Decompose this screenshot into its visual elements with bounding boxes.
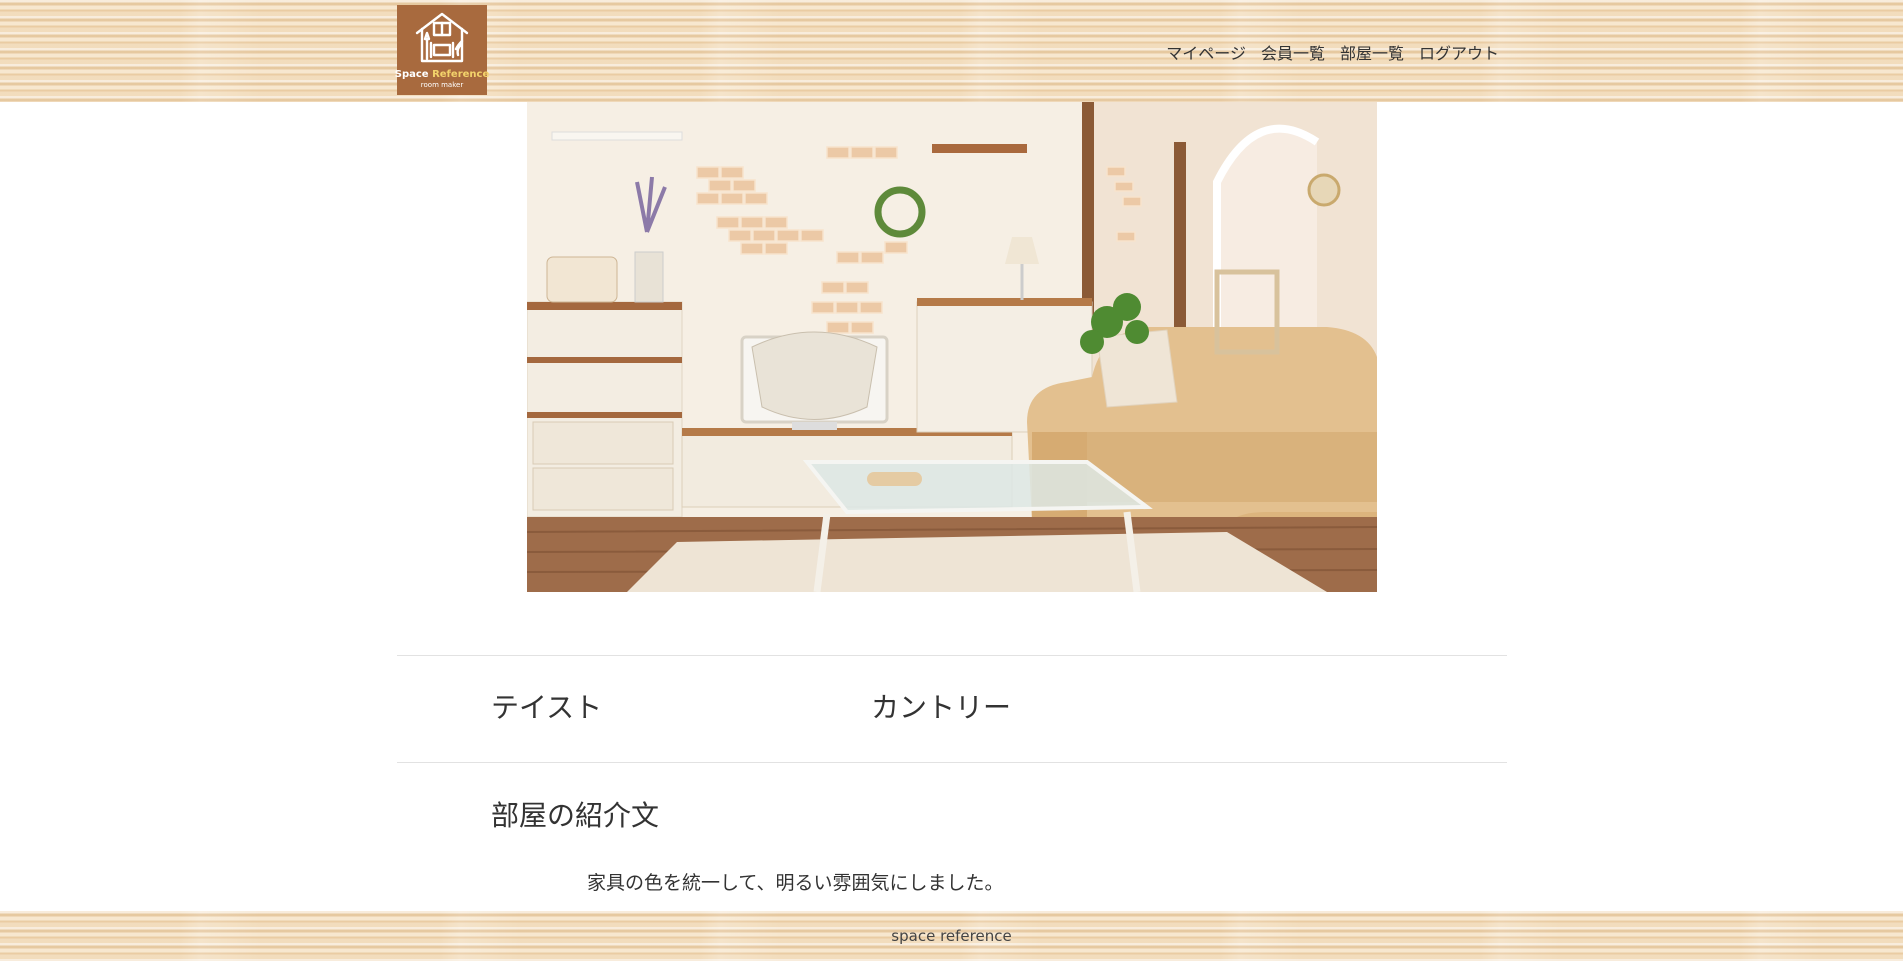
footer-text: space reference: [891, 927, 1012, 945]
intro-text: 家具の色を統一して、明るい雰囲気にしました。: [587, 872, 1004, 894]
site-header: Space Reference room maker マイページ 会員一覧 部屋…: [0, 0, 1903, 102]
room-image: [527, 102, 1377, 592]
main-nav: マイページ 会員一覧 部屋一覧 ログアウト: [1166, 40, 1499, 64]
nav-members-link[interactable]: 会員一覧: [1261, 40, 1325, 64]
nav-rooms-link[interactable]: 部屋一覧: [1340, 40, 1404, 64]
nav-mypage-link[interactable]: マイページ: [1166, 40, 1246, 64]
nav-logout-link[interactable]: ログアウト: [1419, 40, 1499, 64]
divider-top: [397, 655, 1507, 656]
logo-subtitle: room maker: [420, 81, 464, 89]
house-furniture-icon: [415, 12, 469, 63]
logo-title: Space Reference: [394, 69, 490, 80]
taste-value: カントリー: [871, 691, 1012, 724]
site-footer: space reference: [0, 911, 1903, 961]
site-logo[interactable]: Space Reference room maker: [394, 5, 490, 95]
divider-middle: [397, 762, 1507, 763]
intro-heading: 部屋の紹介文: [491, 799, 660, 832]
taste-label: テイスト: [491, 691, 603, 724]
